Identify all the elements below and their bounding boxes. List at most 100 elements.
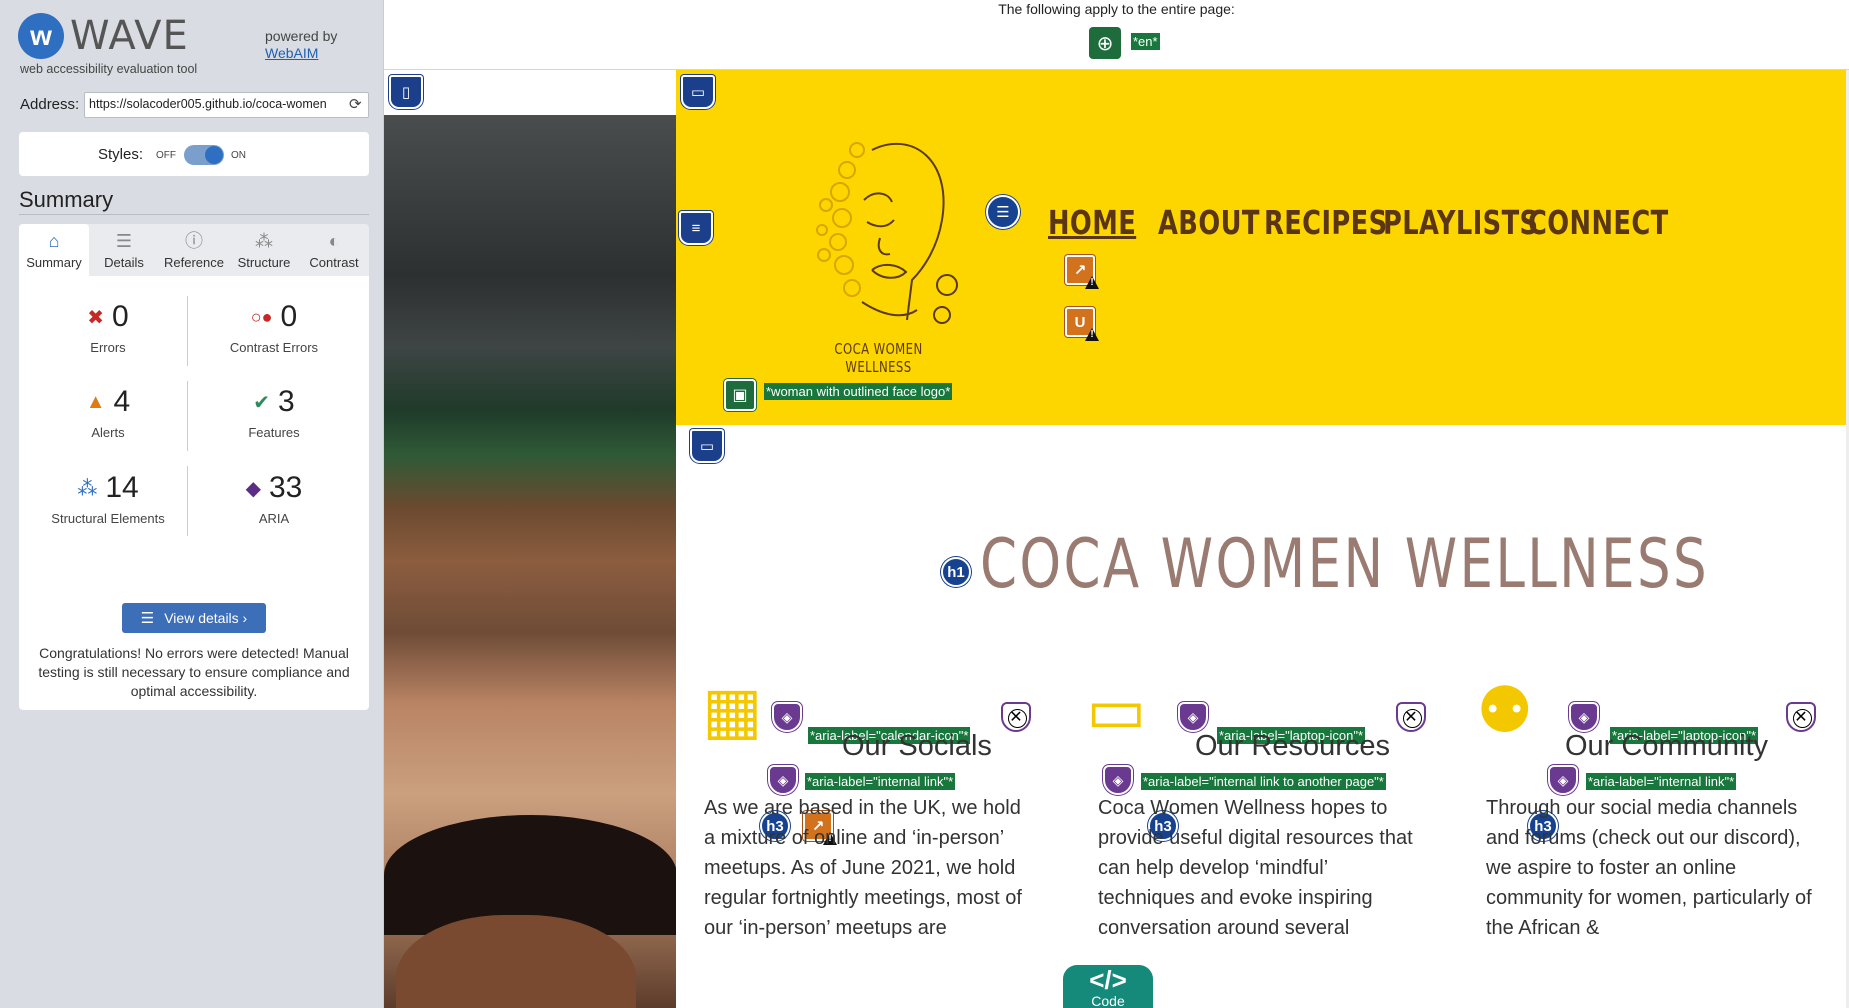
aria-hidden-icon[interactable]: ✕ [1396, 702, 1426, 732]
summary-heading: Summary [19, 187, 114, 212]
nav-about[interactable]: ABOUT [1158, 203, 1260, 242]
browser-viewport: w WAVE web accessibility evaluation tool… [0, 0, 1849, 1008]
language-icon[interactable]: ⊕ [1089, 27, 1121, 59]
styles-label: Styles: [98, 146, 144, 163]
nav-home[interactable]: HOME [1048, 203, 1136, 242]
aria-tag-icon[interactable]: ◈ [1178, 702, 1208, 732]
list-marker-icon[interactable]: ☰ [986, 195, 1020, 229]
wave-brand: WAVE [70, 13, 189, 59]
features-label: Features [248, 425, 300, 440]
styles-toggle[interactable] [184, 145, 224, 165]
structure-marker-icon[interactable]: ▯ [389, 75, 423, 109]
list-icon: ☰ [140, 610, 155, 627]
aria-tag-icon[interactable]: ◈ [1569, 702, 1599, 732]
code-icon: </> [1089, 965, 1127, 995]
wave-sidebar: w WAVE web accessibility evaluation tool… [0, 0, 384, 1008]
wave-tagline: web accessibility evaluation tool [20, 62, 198, 76]
underline-alert-icon[interactable]: U [1065, 307, 1095, 337]
stat-errors[interactable]: ✖ 0 Errors [28, 298, 188, 355]
divider [187, 296, 188, 366]
features-count: 3 [278, 385, 295, 418]
tab-contrast[interactable]: ◐ Contrast [299, 224, 369, 276]
tab-label: Structure [237, 255, 291, 270]
nav-recipes[interactable]: RECIPES [1264, 203, 1388, 242]
contrast-label: Contrast Errors [229, 340, 319, 355]
alerts-label: Alerts [91, 425, 125, 440]
stat-contrast-errors[interactable]: ○● 0 Contrast Errors [194, 298, 354, 355]
summary-panel: ✖ 0 Errors ○● 0 Contrast Errors ▲ 4 Alerts … [19, 276, 369, 710]
h1-marker-icon[interactable]: h1 [941, 557, 971, 587]
reload-icon[interactable]: ⟳ [349, 95, 362, 113]
contrast-error-icon: ○● [250, 306, 273, 327]
column-heading: Our Resources [1195, 730, 1391, 762]
stat-aria[interactable]: ◆ 33 ARIA [194, 469, 354, 526]
congratulations-message: Congratulations! No errors were detected… [38, 645, 350, 699]
wave-logo[interactable]: w WAVE [18, 13, 189, 59]
contrast-count: 0 [280, 300, 298, 333]
aria-tag-icon[interactable]: ◈ [772, 702, 802, 732]
styles-on-label: ON [231, 150, 246, 161]
info-icon: ⓘ [185, 231, 203, 251]
wave-page-level-bar: The following apply to the entire page: … [384, 0, 1849, 70]
styles-off-label: OFF [156, 150, 176, 161]
calendar-icon: ▦ [702, 674, 763, 746]
tab-label: Contrast [309, 255, 359, 270]
main-content: ▭ h1 COCA WOMEN WELLNESS ▦ ◈ *aria-label… [676, 425, 1846, 1008]
aria-label-link: *aria-label="internal link to another pa… [1141, 773, 1386, 790]
stat-alerts[interactable]: ▲ 4 Alerts [28, 383, 188, 440]
aria-label: ARIA [258, 511, 290, 526]
main-structure-icon[interactable]: ▭ [690, 429, 724, 463]
toggle-knob [205, 146, 223, 164]
woman-face-logo [816, 142, 958, 324]
tab-label: Reference [164, 255, 224, 270]
structure-icon: ⁂ [77, 477, 98, 500]
contrast-icon: ◐ [328, 231, 340, 251]
check-icon: ✔ [253, 391, 271, 414]
tab-details[interactable]: ☰ Details [89, 224, 159, 276]
column-text: Through our social media channels and fo… [1486, 797, 1812, 939]
stat-structural[interactable]: ⁂ 14 Structural Elements [28, 469, 188, 526]
laptop-icon: ▭ [1086, 674, 1147, 746]
stat-features[interactable]: ✔ 3 Features [194, 383, 354, 440]
aria-tag-icon[interactable]: ◈ [768, 765, 798, 795]
linked-image-feature-icon[interactable]: ▣ [724, 379, 756, 411]
code-toggle-button[interactable]: </> Code [1063, 965, 1153, 1008]
aria-tag-icon[interactable]: ◈ [1548, 765, 1578, 795]
nav-structure-icon[interactable]: ≡ [679, 211, 713, 245]
aria-count: 33 [269, 471, 303, 504]
photo-top-blank [384, 70, 677, 115]
tab-summary[interactable]: ⌂ Summary [19, 224, 89, 276]
tab-label: Details [104, 255, 144, 270]
site-header: COCA WOMEN WELLNESS ▭ ≡ ☰ HOME ABOUT REC… [676, 70, 1846, 425]
logo-alt-tag: *woman with outlined face logo* [764, 383, 953, 400]
wave-logo-icon: w [18, 13, 64, 59]
nav-playlists[interactable]: PLAYLISTS [1383, 203, 1538, 242]
structural-count: 14 [105, 471, 139, 504]
alert-icon: ▲ [85, 390, 106, 413]
errors-label: Errors [90, 340, 126, 355]
powered-by: powered by WebAIM [265, 28, 337, 62]
column-heading: Our Socials [842, 730, 992, 762]
view-details-button[interactable]: ☰ View details › [122, 603, 266, 633]
styles-toggle-box: Styles: OFF ON [19, 132, 369, 176]
aria-hidden-icon[interactable]: ✕ [1786, 702, 1816, 732]
tab-structure[interactable]: ⁂ Structure [229, 224, 299, 276]
home-icon: ⌂ [48, 231, 60, 251]
code-label: Code [1091, 993, 1125, 1008]
nav-connect[interactable]: CONNECT [1528, 203, 1669, 242]
redundant-link-alert-icon[interactable]: ↗ [1065, 255, 1095, 285]
header-structure-icon[interactable]: ▭ [681, 75, 715, 109]
aria-tag-icon[interactable]: ◈ [1103, 765, 1133, 795]
structural-label: Structural Elements [51, 511, 165, 526]
structure-icon: ⁂ [255, 231, 273, 251]
page-title: COCA WOMEN WELLNESS [980, 525, 1710, 604]
address-input[interactable]: https://solacoder005.github.io/coca-wome… [84, 92, 369, 118]
logo-wordmark: COCA WOMEN WELLNESS [834, 340, 923, 376]
column-text: Coca Women Wellness hopes to provide use… [1098, 797, 1413, 939]
tab-reference[interactable]: ⓘ Reference [159, 224, 229, 276]
community-icon: ⚉ [1476, 674, 1534, 746]
divider [19, 214, 369, 215]
page-level-text: The following apply to the entire page: [998, 1, 1235, 17]
webaim-link[interactable]: WebAIM [265, 45, 318, 61]
aria-hidden-icon[interactable]: ✕ [1001, 702, 1031, 732]
